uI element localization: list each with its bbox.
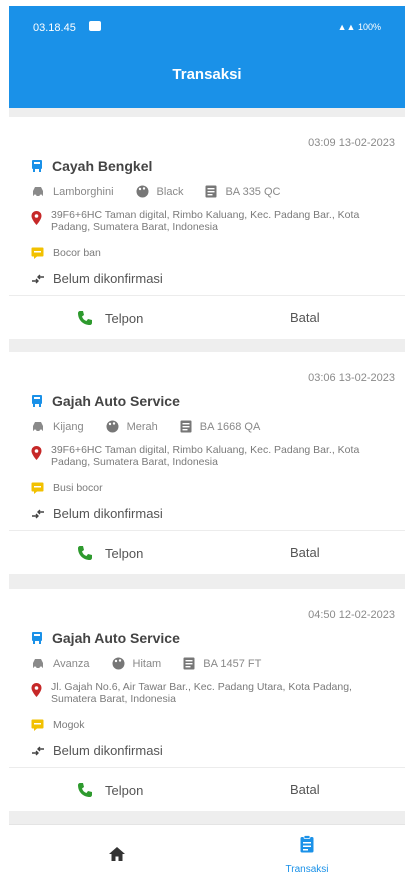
shop-name: Gajah Auto Service [52, 393, 180, 409]
status-row: Belum dikonfirmasi [31, 506, 163, 521]
page-title: Transaksi [172, 66, 242, 83]
call-button[interactable]: Telpon [77, 768, 143, 812]
app-bar: Transaksi [9, 52, 405, 108]
palette-icon [106, 420, 119, 433]
system-status: ▲▲ 100% [338, 22, 381, 32]
status-text: Belum dikonfirmasi [53, 271, 163, 286]
card-actions: Telpon Batal [9, 767, 405, 811]
issue-row: Bocor ban [31, 247, 101, 259]
card-actions: Telpon Batal [9, 295, 405, 339]
address-text: 39F6+6HC Taman digital, Rimbo Kaluang, K… [51, 444, 360, 468]
store-icon [32, 160, 42, 172]
location-icon [31, 683, 42, 697]
store-icon [32, 395, 42, 407]
shop-row: Gajah Auto Service [31, 630, 180, 646]
transaction-datetime: 03:06 13-02-2023 [308, 372, 395, 384]
palette-icon [136, 185, 149, 198]
status-row: Belum dikonfirmasi [31, 271, 163, 286]
address-row: 39F6+6HC Taman digital, Rimbo Kaluang, K… [31, 444, 393, 468]
shop-name: Cayah Bengkel [52, 158, 153, 174]
car-icon [33, 186, 43, 197]
plate-icon [205, 185, 217, 198]
battery-level: 100% [357, 22, 381, 32]
issue-row: Busi bocor [31, 482, 103, 494]
car-model: Avanza [53, 657, 90, 670]
car-color: Black [156, 185, 184, 198]
status-bar: 03.18.45 ▲▲ 100% [9, 6, 405, 52]
car-color: Merah [126, 420, 158, 433]
nav-transaksi-label: Transaksi [285, 864, 329, 875]
issue-row: Mogok [31, 719, 85, 731]
clipboard-icon [300, 835, 314, 853]
address-row: 39F6+6HC Taman digital, Rimbo Kaluang, K… [31, 209, 393, 233]
phone-icon [78, 546, 92, 560]
call-label: Telpon [105, 545, 144, 561]
car-icon [33, 421, 43, 432]
shop-row: Cayah Bengkel [31, 158, 152, 174]
cancel-button[interactable]: Batal [290, 296, 320, 340]
home-icon [109, 847, 125, 861]
issue-text: Mogok [53, 719, 85, 731]
address-text: Jl. Gajah No.6, Air Tawar Bar., Kec. Pad… [51, 681, 352, 705]
status-arrows-icon [32, 274, 44, 283]
vehicle-row: Lamborghini Black BA 335 QC [31, 185, 281, 198]
signal-icon: ▲▲ [337, 22, 358, 32]
call-button[interactable]: Telpon [77, 531, 143, 575]
status-arrows-icon [32, 509, 44, 518]
message-icon [89, 21, 101, 31]
card-actions: Telpon Batal [9, 530, 405, 574]
status-text: Belum dikonfirmasi [53, 506, 163, 521]
status-arrows-icon [32, 746, 44, 755]
transaction-card: 04:50 12-02-2023 Gajah Auto Service Avan… [9, 589, 405, 811]
transaction-card: 03:09 13-02-2023 Cayah Bengkel Lamborghi… [9, 117, 405, 339]
plate-number: BA 1457 FT [203, 657, 262, 670]
nav-home[interactable] [109, 847, 125, 866]
location-icon [31, 211, 42, 225]
plate-icon [183, 657, 195, 670]
issue-text: Busi bocor [53, 482, 103, 494]
status-time: 03.18.45 [33, 22, 76, 34]
palette-icon [112, 657, 124, 670]
car-color: Hitam [132, 657, 162, 670]
issue-icon [31, 482, 44, 494]
phone-icon [78, 783, 92, 797]
cancel-button[interactable]: Batal [290, 768, 320, 812]
bottom-navigation: Transaksi [9, 824, 405, 882]
call-label: Telpon [105, 782, 144, 798]
phone-icon [78, 311, 92, 325]
issue-icon [31, 719, 44, 731]
plate-number: BA 335 QC [225, 185, 281, 198]
car-model: Lamborghini [53, 185, 114, 198]
vehicle-row: Avanza Hitam BA 1457 FT [31, 657, 261, 670]
call-label: Telpon [105, 310, 144, 326]
transaction-datetime: 03:09 13-02-2023 [308, 137, 395, 149]
plate-icon [180, 420, 192, 433]
address-text: 39F6+6HC Taman digital, Rimbo Kaluang, K… [51, 209, 360, 233]
car-icon [33, 658, 43, 669]
call-button[interactable]: Telpon [77, 296, 143, 340]
location-icon [31, 446, 42, 460]
plate-number: BA 1668 QA [199, 420, 261, 433]
nav-transaksi[interactable]: Transaksi [271, 835, 343, 875]
address-row: Jl. Gajah No.6, Air Tawar Bar., Kec. Pad… [31, 681, 393, 705]
car-model: Kijang [53, 420, 84, 433]
store-icon [32, 632, 42, 644]
status-row: Belum dikonfirmasi [31, 743, 163, 758]
issue-text: Bocor ban [53, 247, 101, 259]
shop-name: Gajah Auto Service [52, 630, 180, 646]
status-text: Belum dikonfirmasi [53, 743, 163, 758]
transaction-datetime: 04:50 12-02-2023 [308, 609, 395, 621]
transaction-list[interactable]: 03:09 13-02-2023 Cayah Bengkel Lamborghi… [9, 108, 405, 824]
cancel-button[interactable]: Batal [290, 531, 320, 575]
issue-icon [31, 247, 44, 259]
transaction-card: 03:06 13-02-2023 Gajah Auto Service Kija… [9, 352, 405, 574]
shop-row: Gajah Auto Service [31, 393, 180, 409]
vehicle-row: Kijang Merah BA 1668 QA [31, 420, 260, 433]
